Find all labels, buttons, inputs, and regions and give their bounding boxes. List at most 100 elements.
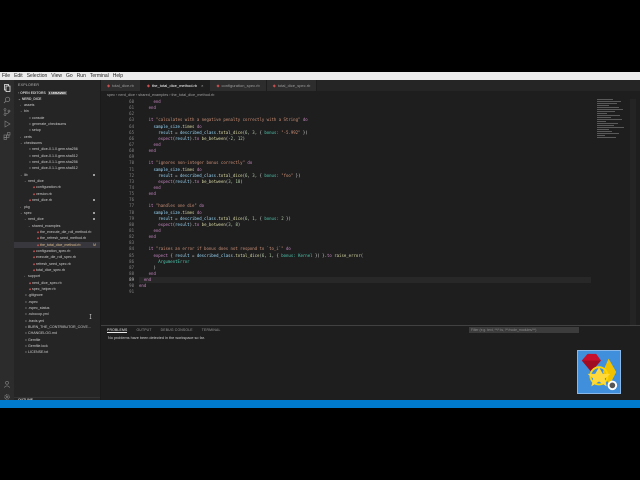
code-editor[interactable]: 60 61 62 63 64 65 66 67 68 69 70 71 72 73 74 75 76 77 78 79…: [101, 99, 640, 325]
tree-item-label: BURN_THE_CONTRIBUTOR_COVE...: [28, 325, 91, 330]
chevron-right-icon: ›: [169, 93, 171, 97]
search-icon[interactable]: [3, 96, 11, 104]
tree-item-label: configuration.rb: [36, 185, 61, 190]
tree-item-label: .rubocop.yml: [28, 312, 49, 317]
tree-item-label: nerd_dice: [28, 217, 44, 222]
file-tree: › assets ⌄bin ≡console ≡generate_checksums ≡s…: [14, 102, 100, 356]
modified-dot-icon: [93, 211, 95, 214]
tree-item-label: configuration_spec.rb: [36, 248, 71, 253]
vscode-window: File Edit Selection View Go Run Terminal Help E…: [0, 72, 640, 408]
breadcrumb-item[interactable]: nerd_dice: [118, 93, 135, 97]
menu-item-run[interactable]: Run: [77, 73, 86, 79]
tree-item-label: nerd_dice-0.1.1.gem.sha512: [32, 166, 78, 171]
code-line[interactable]: [139, 289, 591, 295]
tree-item-label: shared_examples: [32, 223, 61, 228]
chevron-right-icon: ›: [18, 91, 20, 95]
chevron-down-icon: ⌄: [18, 97, 21, 101]
text-cursor-icon: [89, 304, 92, 320]
menu-item-terminal[interactable]: Terminal: [90, 73, 109, 79]
activity-bar: [0, 80, 14, 408]
editor-tabs: ◆ total_dice.rb ◆ the_total_dice_method.rb ×…: [101, 80, 640, 91]
tree-item-label: execute_die_roll_spec.rb: [36, 255, 76, 260]
modified-dot-icon: [93, 199, 95, 202]
panel-tab-terminal[interactable]: TERMINAL: [202, 328, 221, 332]
tree-item-label: the_total_dice_method.rb: [40, 242, 81, 247]
panel-tab-output[interactable]: OUTPUT: [136, 328, 151, 332]
tree-item-label: nerd_dice-0.1.0.gem.sha256: [32, 147, 78, 152]
tree-item-label: CHANGELOG.md: [28, 331, 57, 336]
tree-item-label: nerd_dice.rb: [32, 198, 52, 203]
code-lines[interactable]: end end it "calculates with a negative p…: [139, 99, 591, 296]
menu-item-selection[interactable]: Selection: [27, 73, 48, 79]
extensions-icon[interactable]: [3, 132, 11, 140]
close-icon[interactable]: ×: [201, 83, 203, 88]
tree-item-label: the_execute_die_roll_method.rb: [40, 229, 92, 234]
tree-item-label: version.rb: [36, 191, 52, 196]
breadcrumb-item[interactable]: the_total_dice_method.rb: [172, 93, 215, 97]
tree-item-label: console: [32, 115, 45, 120]
line-number: 91: [129, 289, 134, 295]
editor-scrollbar[interactable]: [630, 99, 636, 325]
tree-item-label: LICENSE.txt: [28, 350, 49, 355]
tree-item-label: .travis.yml: [28, 318, 45, 323]
breadcrumb: spec›nerd_dice›shared_examples›the_total…: [101, 91, 640, 99]
explorer-title: EXPLORER: [18, 83, 40, 87]
bottom-panel: PROBLEMS OUTPUT DEBUG CONSOLE TERMINAL Filt…: [101, 325, 640, 400]
problems-message: No problems have been detected in the wo…: [108, 336, 205, 340]
menu-item-file[interactable]: File: [2, 73, 10, 79]
tree-item-label: pkg: [24, 204, 30, 209]
breadcrumb-item[interactable]: shared_examples: [138, 93, 168, 97]
tree-item-label: total_dice_spec.rb: [36, 267, 66, 272]
breadcrumb-item[interactable]: spec: [107, 93, 115, 97]
tree-item-label: the_refresh_seed_method.rb: [40, 236, 87, 241]
menu-item-go[interactable]: Go: [66, 73, 73, 79]
menu-item-help[interactable]: Help: [113, 73, 123, 79]
source-control-icon[interactable]: [3, 108, 11, 116]
tree-item-label: .rspec_status: [28, 306, 50, 310]
editor-tab[interactable]: ◆ the_total_dice_method.rb ×: [140, 80, 211, 91]
problems-filter-input[interactable]: Filter (e.g. text, **/*.ts, !**/node_mod…: [469, 327, 579, 333]
tree-item-label: generate_checksums: [32, 122, 67, 127]
account-icon[interactable]: [3, 380, 11, 388]
tree-item-label: refresh_seed_spec.rb: [36, 261, 71, 266]
ruby-file-icon: ◆: [107, 83, 111, 88]
run-debug-icon[interactable]: [3, 120, 11, 128]
tree-item[interactable]: ≡LICENSE.txt: [14, 349, 100, 355]
status-bar: [0, 400, 640, 408]
open-editors-label: OPEN EDITORS: [20, 91, 46, 95]
tab-label: total_dice_spec.rb: [277, 83, 311, 88]
tree-item-label: assets: [24, 103, 35, 107]
minimap[interactable]: [597, 99, 627, 139]
tree-item-label: nerd_dice: [28, 179, 44, 184]
tree-item-label: .rspec: [28, 299, 38, 304]
menu-bar: File Edit Selection View Go Run Terminal Help: [0, 72, 640, 80]
menu-item-edit[interactable]: Edit: [14, 73, 23, 79]
tree-item-label: Gemfile.lock: [28, 344, 48, 349]
line-number-gutter: 60 61 62 63 64 65 66 67 68 69 70 71 72 73 74 75 76 77 78 79…: [101, 99, 139, 296]
tree-item-label: nerd_dice-0.1.1.gem.sha256: [32, 160, 78, 165]
tree-item-label: nerd_dice_spec.rb: [32, 280, 62, 285]
tab-label: configuration_spec.rb: [221, 83, 260, 88]
tree-item-label: lib: [24, 172, 28, 177]
panel-tab-problems[interactable]: PROBLEMS: [107, 328, 128, 333]
editor-tab[interactable]: ◆ total_dice.rb: [101, 80, 141, 91]
ruby-file-icon: ◆: [146, 83, 150, 88]
modified-dot-icon: [93, 218, 95, 221]
editor-tab[interactable]: ◆ total_dice_spec.rb: [266, 80, 318, 91]
editor-tab[interactable]: ◆ configuration_spec.rb: [210, 80, 267, 91]
tree-item-label: certs: [24, 134, 32, 139]
tab-label: the_total_dice_method.rb: [151, 83, 198, 88]
workspace-root-label: NERD_DICE: [21, 97, 42, 101]
ruby-gem-logo: [577, 350, 621, 394]
tree-item-label: spec: [24, 210, 32, 215]
tree-item-label: setup: [32, 128, 41, 133]
explorer-icon[interactable]: [3, 84, 11, 92]
tree-item-label: support: [28, 274, 40, 279]
panel-tab-debug-console[interactable]: DEBUG CONSOLE: [161, 328, 193, 332]
tab-label: total_dice.rb: [112, 83, 134, 88]
explorer-sidebar: EXPLORER › OPEN EDITORS 1 UNSAVED ⌄ NERD…: [14, 80, 101, 408]
modified-dot-icon: [93, 173, 95, 176]
tree-item-label: bin: [24, 109, 29, 114]
menu-item-view[interactable]: View: [51, 73, 62, 79]
tree-item-label: .gitignore: [28, 293, 43, 298]
